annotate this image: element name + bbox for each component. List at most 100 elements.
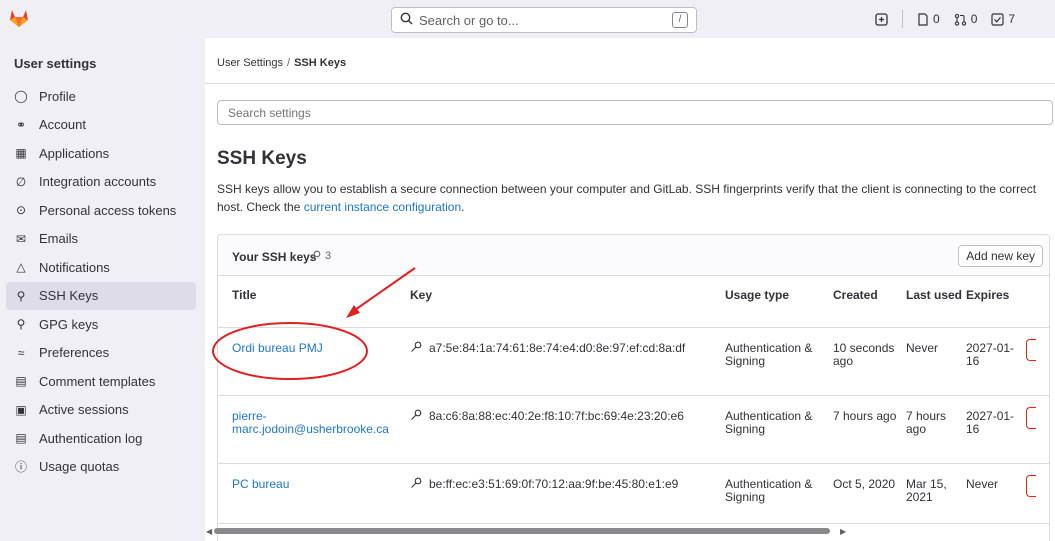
key-title-link[interactable]: pierre-marc.jodoin@usherbrooke.ca: [232, 409, 389, 436]
sidebar-item-label: Integration accounts: [39, 174, 157, 190]
sidebar-item-preferences[interactable]: ≈ Preferences: [6, 339, 196, 368]
scroll-right-arrow-icon[interactable]: ▶: [840, 527, 846, 536]
scroll-left-arrow-icon[interactable]: ◀: [206, 527, 212, 536]
key-count: 3: [325, 250, 332, 262]
account-icon: ⚭: [15, 117, 27, 132]
revoke-button[interactable]: [1026, 406, 1036, 429]
sidebar-item-label: Active sessions: [39, 402, 129, 418]
column-header-title[interactable]: Title: [218, 276, 410, 328]
sidebar-item-applications[interactable]: ▦ Applications: [6, 139, 196, 168]
profile-icon: ◯: [14, 89, 28, 104]
issues-button[interactable]: 0: [917, 12, 940, 26]
last-used-cell: 7 hours ago: [906, 395, 966, 464]
sidebar-item-label: GPG keys: [39, 316, 99, 332]
key-title-link[interactable]: PC bureau: [232, 477, 289, 491]
column-header-key[interactable]: Key: [410, 276, 725, 328]
search-placeholder: Search or go to...: [419, 12, 519, 28]
sidebar-item-personal-access-tokens[interactable]: ⊙ Personal access tokens: [6, 196, 196, 225]
ssh-keys-table: Title Key Usage type Created Last used E…: [218, 276, 1049, 524]
description-end: .: [461, 200, 465, 214]
breadcrumb-separator: /: [287, 57, 291, 69]
merge-requests-button[interactable]: 0: [954, 12, 978, 26]
quota-icon: ⓘ: [14, 460, 27, 475]
created-cell: Oct 5, 2020: [833, 463, 906, 524]
table-row: Ordi bureau PMJ a7:5e:84:1a:74:61:8e:74:…: [218, 327, 1049, 396]
todos-button[interactable]: 7: [991, 12, 1015, 26]
revoke-button[interactable]: [1026, 474, 1036, 497]
expires-cell: Never: [966, 463, 1026, 524]
key-title-link[interactable]: Ordi bureau PMJ: [232, 341, 323, 355]
preferences-icon: ≈: [17, 345, 25, 360]
breadcrumb-current: SSH Keys: [294, 57, 347, 69]
global-search-input[interactable]: Search or go to... /: [391, 7, 697, 33]
key-fingerprint: 8a:c6:8a:88:ec:40:2e:f8:10:7f:bc:69:4e:2…: [429, 408, 684, 423]
created-cell: 10 seconds ago: [833, 327, 906, 396]
sidebar-item-gpg-keys[interactable]: ⚲ GPG keys: [6, 310, 196, 339]
sidebar-item-account[interactable]: ⚭ Account: [6, 111, 196, 140]
page-title: SSH Keys: [217, 148, 307, 169]
page-description: SSH keys allow you to establish a secure…: [217, 180, 1053, 216]
key-icon: ⚲: [16, 317, 26, 332]
column-header-expires[interactable]: Expires: [966, 276, 1026, 328]
gitlab-logo-icon[interactable]: [8, 8, 30, 28]
column-header-actions: [1026, 276, 1049, 328]
mail-icon: ✉: [15, 231, 27, 246]
instance-configuration-link[interactable]: current instance configuration: [304, 200, 461, 214]
sidebar-item-ssh-keys[interactable]: ⚲ SSH Keys: [6, 281, 196, 310]
horizontal-scrollbar[interactable]: [214, 528, 830, 534]
create-new-icon[interactable]: [875, 12, 888, 26]
usage-type-cell: Authentication & Signing: [725, 463, 833, 524]
sidebar-item-label: Emails: [39, 231, 79, 247]
token-icon: ⊙: [15, 203, 27, 218]
revoke-button[interactable]: [1026, 338, 1036, 361]
sidebar-item-emails[interactable]: ✉ Emails: [6, 225, 196, 254]
integration-icon: ∅: [15, 174, 27, 189]
column-header-last-used[interactable]: Last used: [906, 276, 966, 328]
sidebar-item-authentication-log[interactable]: ▤ Authentication log: [6, 424, 196, 453]
expires-cell: 2027-01-16: [966, 395, 1026, 464]
sidebar-item-label: Usage quotas: [39, 459, 120, 475]
sidebar-item-integration-accounts[interactable]: ∅ Integration accounts: [6, 168, 196, 197]
sidebar-item-usage-quotas[interactable]: ⓘ Usage quotas: [6, 453, 196, 482]
add-new-key-button[interactable]: Add new key: [958, 245, 1043, 267]
ssh-keys-card: Your SSH keys 3 Add new key Title Key Us…: [217, 234, 1050, 541]
expires-cell: 2027-01-16: [966, 327, 1026, 396]
key-fingerprint: be:ff:ec:e3:51:69:0f:70:12:aa:9f:be:45:8…: [429, 476, 679, 491]
column-header-usage-type[interactable]: Usage type: [725, 276, 833, 328]
search-shortcut-hint: /: [672, 12, 688, 28]
divider: [205, 83, 1055, 84]
sidebar-item-label: Preferences: [39, 345, 110, 361]
table-row: pierre-marc.jodoin@usherbrooke.ca 8a:c6:…: [218, 395, 1049, 464]
sidebar-item-label: Applications: [39, 145, 110, 161]
key-icon: ⚲: [16, 288, 26, 303]
card-header: Your SSH keys 3 Add new key: [218, 235, 1049, 276]
divider: [902, 10, 903, 28]
key-fingerprint: a7:5e:84:1a:74:61:8e:74:e4:d0:8e:97:ef:c…: [429, 340, 686, 355]
sidebar-item-label: Account: [39, 117, 86, 133]
table-header-row: Title Key Usage type Created Last used E…: [218, 276, 1049, 328]
sidebar-item-comment-templates[interactable]: ▤ Comment templates: [6, 367, 196, 396]
breadcrumb-parent-link[interactable]: User Settings: [217, 57, 283, 69]
monitor-icon: ▣: [15, 402, 27, 417]
key-icon: [410, 409, 422, 424]
sidebar-item-label: SSH Keys: [39, 288, 99, 304]
merge-requests-count: 0: [970, 12, 978, 26]
sidebar-item-profile[interactable]: ◯ Profile: [6, 82, 196, 111]
sidebar-item-active-sessions[interactable]: ▣ Active sessions: [6, 396, 196, 425]
search-icon: [400, 12, 413, 28]
sidebar-item-label: Notifications: [39, 259, 110, 275]
todos-count: 7: [1008, 12, 1016, 26]
sidebar-item-label: Authentication log: [39, 430, 143, 446]
issues-count: 0: [933, 12, 940, 26]
top-bar: Search or go to... / 0 0 7: [0, 0, 1055, 38]
sidebar-nav: ◯ Profile ⚭ Account ▦ Applications ∅ Integra…: [6, 82, 196, 481]
sidebar-item-label: Personal access tokens: [39, 202, 177, 218]
created-cell: 7 hours ago: [833, 395, 906, 464]
sidebar-item-notifications[interactable]: △ Notifications: [6, 253, 196, 282]
column-header-created[interactable]: Created: [833, 276, 906, 328]
table-row: PC bureau be:ff:ec:e3:51:69:0f:70:12:aa:…: [218, 463, 1049, 524]
key-icon: [410, 477, 422, 492]
bell-icon: △: [16, 260, 26, 275]
search-settings-input[interactable]: Search settings: [217, 100, 1053, 125]
settings-sidebar: User settings ◯ Profile ⚭ Account ▦ Applica…: [0, 38, 205, 541]
